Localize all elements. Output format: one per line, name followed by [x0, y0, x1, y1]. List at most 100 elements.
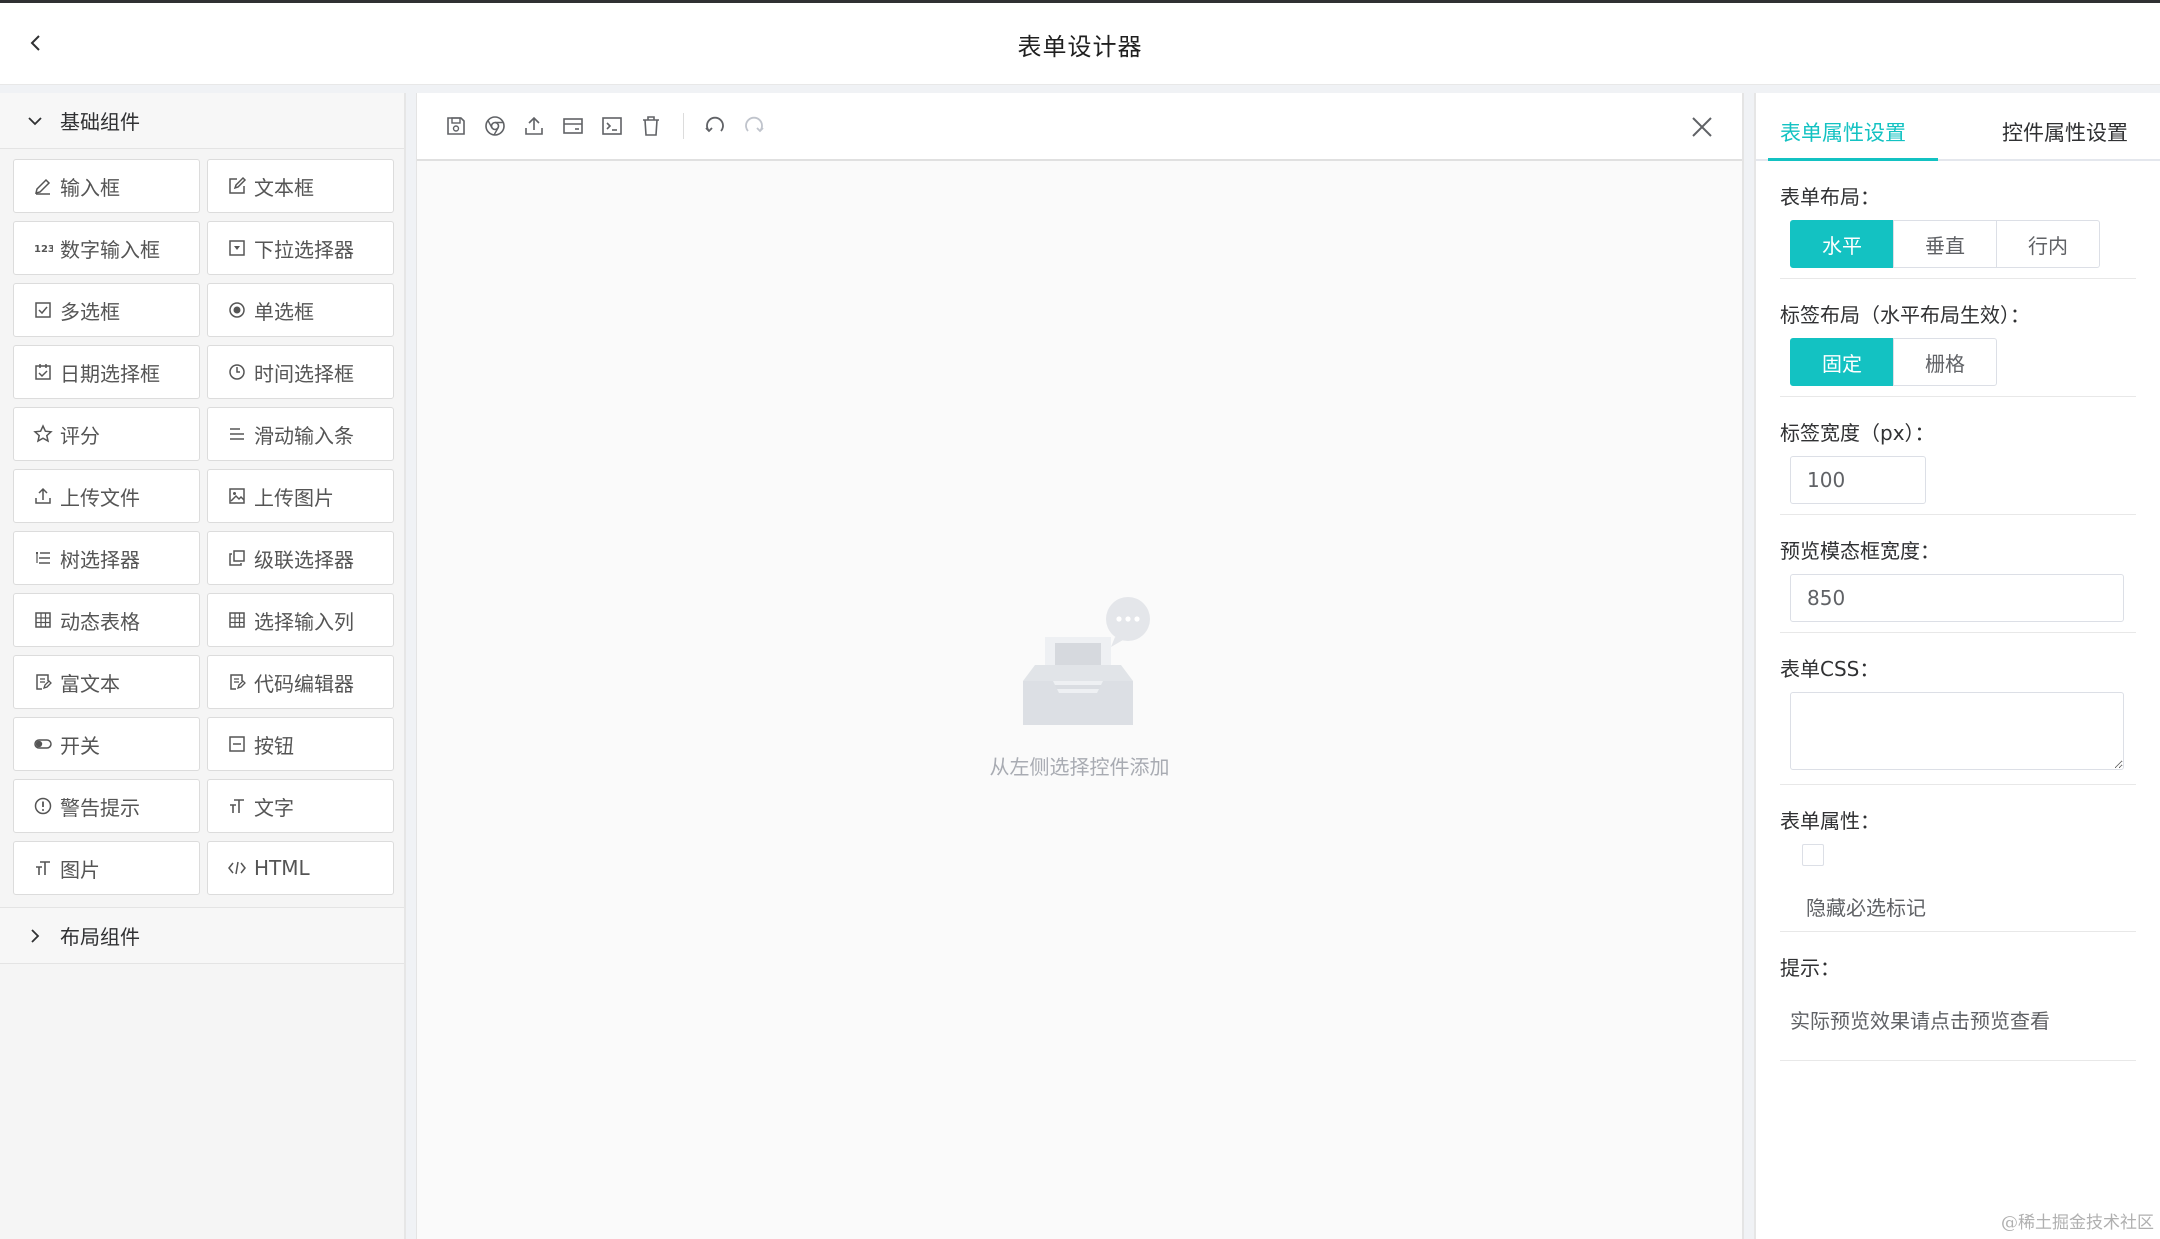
code-brackets-icon — [226, 857, 248, 879]
form-css-textarea[interactable] — [1790, 692, 2124, 770]
preview-width-item: 预览模态框宽度： 850 — [1780, 515, 2136, 633]
tab-control-properties[interactable]: 控件属性设置 — [2002, 93, 2128, 147]
component-dynamic-table[interactable]: 动态表格 — [13, 593, 200, 647]
star-icon — [32, 423, 54, 445]
component-checkbox[interactable]: 多选框 — [13, 283, 200, 337]
rich-text-icon — [32, 671, 54, 693]
image-icon — [226, 485, 248, 507]
component-label: 上传文件 — [60, 485, 140, 510]
hide-required-checkbox[interactable] — [1802, 844, 1824, 866]
radio-icon — [226, 299, 248, 321]
label-fixed-option[interactable]: 固定 — [1790, 338, 1894, 386]
component-rate[interactable]: 评分 — [13, 407, 200, 461]
component-label: 多选框 — [60, 299, 120, 324]
component-panel: 基础组件 输入框 文本框 123 数字输入框 下拉选择器 多选框 单选框 日期选… — [0, 93, 406, 1239]
form-props-label: 表单属性： — [1780, 809, 1880, 833]
checkbox-icon — [32, 299, 54, 321]
component-time-picker[interactable]: 时间选择框 — [207, 345, 394, 399]
component-upload-file[interactable]: 上传文件 — [13, 469, 200, 523]
form-layout-radio-group: 水平 垂直 行内 — [1790, 220, 2136, 268]
undo-button[interactable] — [702, 113, 728, 139]
component-label: 数字输入框 — [60, 237, 160, 262]
hide-required-row: 隐藏必选标记 — [1802, 844, 2136, 921]
generate-code-button[interactable] — [560, 113, 586, 139]
active-tab-indicator — [1768, 158, 1938, 161]
component-image[interactable]: 图片 — [13, 841, 200, 895]
form-properties: 表单布局： 水平 垂直 行内 标签布局（水平布局生效）： 固定 栅格 标签宽度（… — [1756, 161, 2160, 1061]
label-layout-item: 标签布局（水平布局生效）： 固定 栅格 — [1780, 279, 2136, 397]
chevron-right-icon — [24, 925, 46, 947]
component-text[interactable]: 文字 — [207, 779, 394, 833]
component-grid: 输入框 文本框 123 数字输入框 下拉选择器 多选框 单选框 日期选择框 时间… — [0, 149, 404, 908]
save-icon — [447, 117, 465, 135]
component-button[interactable]: 按钮 — [207, 717, 394, 771]
component-label: 输入框 — [60, 175, 120, 200]
component-label: 选择输入列 — [254, 609, 354, 634]
tab-form-properties[interactable]: 表单属性设置 — [1780, 93, 1906, 147]
component-rich-text[interactable]: 富文本 — [13, 655, 200, 709]
preview-chrome-icon — [485, 116, 505, 136]
slider-lines-icon — [226, 423, 248, 445]
tree-list-icon — [32, 547, 54, 569]
component-html[interactable]: HTML — [207, 841, 394, 895]
component-label: 时间选择框 — [254, 361, 354, 386]
component-switch[interactable]: 开关 — [13, 717, 200, 771]
save-button[interactable] — [443, 113, 469, 139]
component-slider[interactable]: 滑动输入条 — [207, 407, 394, 461]
watermark: @稀土掘金技术社区 — [2001, 1213, 2154, 1233]
label-width-input[interactable]: 100 — [1790, 456, 1926, 504]
json-button[interactable] — [599, 113, 625, 139]
property-tabs: 表单属性设置 控件属性设置 — [1756, 93, 2160, 161]
component-textarea[interactable]: 文本框 — [207, 159, 394, 213]
canvas-toolbar — [417, 93, 1742, 161]
cascade-icon — [226, 547, 248, 569]
component-label: 富文本 — [60, 671, 120, 696]
component-cascader[interactable]: 级联选择器 — [207, 531, 394, 585]
redo-button[interactable] — [741, 113, 767, 139]
label-grid-option[interactable]: 栅格 — [1893, 338, 1997, 386]
svg-text:123: 123 — [34, 244, 53, 255]
label-layout-label: 标签布局（水平布局生效）： — [1780, 303, 2030, 327]
form-css-item: 表单CSS： — [1780, 633, 2136, 785]
table-icon — [226, 609, 248, 631]
component-alert[interactable]: 警告提示 — [13, 779, 200, 833]
preview-width-input[interactable]: 850 — [1790, 574, 2124, 622]
layout-vertical-option[interactable]: 垂直 — [1893, 220, 1997, 268]
number-123-icon: 123 — [32, 237, 54, 259]
label-layout-radio-group: 固定 栅格 — [1790, 338, 2136, 386]
component-radio[interactable]: 单选框 — [207, 283, 394, 337]
toolbar-divider — [683, 113, 684, 139]
component-code-editor[interactable]: 代码编辑器 — [207, 655, 394, 709]
component-date-picker[interactable]: 日期选择框 — [13, 345, 200, 399]
preview-button[interactable] — [482, 113, 508, 139]
close-icon[interactable] — [1688, 113, 1716, 141]
pencil-icon — [32, 175, 54, 197]
button-minus-icon — [226, 733, 248, 755]
basic-components-header[interactable]: 基础组件 — [0, 93, 404, 149]
component-select-input-list[interactable]: 选择输入列 — [207, 593, 394, 647]
layout-components-header[interactable]: 布局组件 — [0, 908, 404, 964]
calendar-check-icon — [32, 361, 54, 383]
component-tree-select[interactable]: 树选择器 — [13, 531, 200, 585]
upload-icon — [525, 116, 543, 135]
page-header: 表单设计器 — [0, 3, 2160, 85]
import-button[interactable] — [521, 113, 547, 139]
component-label: 下拉选择器 — [254, 237, 354, 262]
component-upload-image[interactable]: 上传图片 — [207, 469, 394, 523]
component-label: 图片 — [60, 857, 100, 882]
empty-inbox-icon — [1022, 597, 1150, 725]
form-layout-label: 表单布局： — [1780, 185, 1880, 209]
layout-inline-option[interactable]: 行内 — [1996, 220, 2100, 268]
component-select[interactable]: 下拉选择器 — [207, 221, 394, 275]
component-label: 文字 — [254, 795, 294, 820]
tip-text: 实际预览效果请点击预览查看 — [1790, 1009, 2050, 1033]
clear-button[interactable] — [638, 113, 664, 139]
label-width-label: 标签宽度（px）： — [1780, 421, 1935, 445]
layout-horizontal-option[interactable]: 水平 — [1790, 220, 1894, 268]
component-label: 树选择器 — [60, 547, 140, 572]
dropdown-box-icon — [226, 237, 248, 259]
component-label: 上传图片 — [254, 485, 334, 510]
basic-components-title: 基础组件 — [60, 110, 140, 134]
component-input[interactable]: 输入框 — [13, 159, 200, 213]
component-number-input[interactable]: 123 数字输入框 — [13, 221, 200, 275]
